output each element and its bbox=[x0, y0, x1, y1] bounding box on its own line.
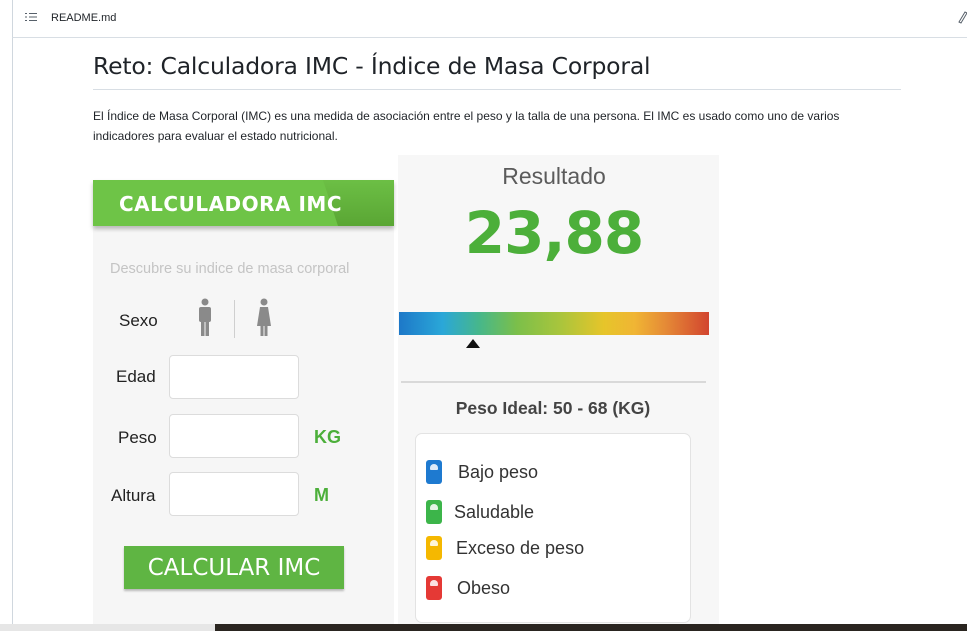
scale-marker-icon bbox=[466, 339, 481, 348]
age-input[interactable] bbox=[169, 355, 299, 399]
height-unit: M bbox=[314, 485, 329, 505]
page-title: Reto: Calculadora IMC - Índice de Masa C… bbox=[93, 52, 901, 90]
weight-unit: KG bbox=[314, 427, 341, 447]
weight-input[interactable] bbox=[169, 414, 299, 458]
edit-pencil-icon[interactable] bbox=[956, 10, 967, 24]
height-input[interactable] bbox=[169, 472, 299, 516]
calculator-header-text: CALCULADORA IMC bbox=[119, 192, 343, 216]
calculator-panel: CALCULADORA IMC Descubre su indice de ma… bbox=[93, 180, 394, 631]
age-label: Edad bbox=[116, 367, 156, 386]
male-icon[interactable] bbox=[196, 298, 214, 338]
calculator-header: CALCULADORA IMC bbox=[93, 180, 394, 226]
legend-label: Bajo peso bbox=[458, 462, 539, 482]
female-icon[interactable] bbox=[255, 298, 273, 338]
scale-icon bbox=[426, 460, 442, 484]
calculate-imc-button[interactable]: CALCULAR IMC bbox=[124, 546, 344, 589]
ideal-weight: Peso Ideal: 50 - 68 (KG) bbox=[455, 398, 651, 418]
file-header-bar: README.md bbox=[12, 0, 967, 38]
legend-label: Saludable bbox=[454, 502, 535, 522]
bmi-value: 23,88 bbox=[464, 199, 644, 267]
legend-label: Obeso bbox=[457, 578, 511, 598]
sex-divider bbox=[234, 300, 235, 338]
scale-icon bbox=[426, 576, 442, 600]
bmi-color-scale bbox=[399, 312, 709, 335]
scale-icon bbox=[426, 500, 442, 524]
taskbar-strip bbox=[215, 624, 967, 631]
result-divider bbox=[401, 381, 706, 383]
calculator-subtitle: Descubre su indice de masa corporal bbox=[110, 261, 350, 277]
horizontal-scrollbar[interactable] bbox=[0, 624, 215, 631]
file-name: README.md bbox=[51, 12, 117, 24]
scale-icon bbox=[426, 536, 442, 560]
outline-list-icon[interactable] bbox=[25, 12, 37, 22]
result-panel: Resultado 23,88 Peso Ideal: 50 - 68 (KG)… bbox=[398, 155, 719, 631]
legend-label: Exceso de peso bbox=[456, 538, 585, 558]
weight-label: Peso bbox=[118, 428, 157, 447]
result-title: Resultado bbox=[502, 163, 606, 189]
sex-label: Sexo bbox=[119, 311, 158, 330]
page-description: El Índice de Masa Corporal (IMC) es una … bbox=[93, 109, 840, 143]
bmi-legend: Bajo peso Saludable Exceso de peso Obeso bbox=[415, 433, 691, 623]
height-label: Altura bbox=[111, 486, 156, 505]
